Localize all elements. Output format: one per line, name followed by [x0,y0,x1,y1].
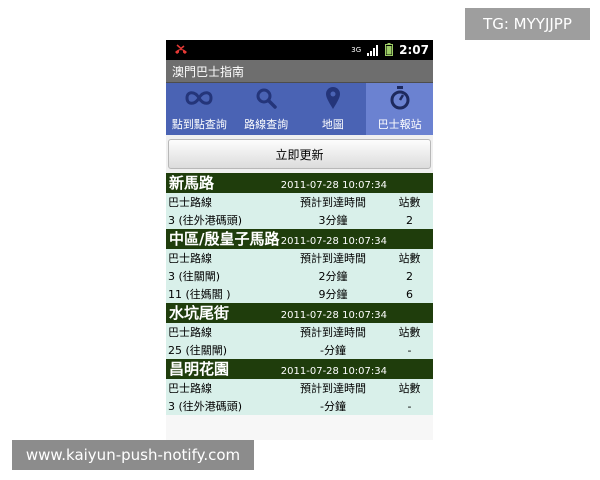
bus-eta: -分鐘 [320,400,346,413]
bus-row[interactable]: 3 (往關閘) 2分鐘 2 [166,267,433,285]
stop-section: 新馬路 2011-07-28 10:07:34 巴士路線 預計到達時間 站數 3 (往外港… [166,173,433,229]
col-route-header: 巴士路線 [168,196,212,209]
url-label: www.kaiyun-push-notify.com [25,446,241,464]
bus-eta: 2分鐘 [318,270,348,283]
stop-timestamp: 2011-07-28 10:07:34 [280,236,387,247]
col-route-header: 巴士路線 [168,382,212,395]
infinity-icon [185,86,213,110]
stop-name: 中區/殷皇子馬路 [169,230,280,248]
phone-screen: 3G 2:07 澳門巴士指南 點到點查詢 路線查詢 地圖 巴士報站 立即更新 新… [166,40,433,440]
battery-icon [385,41,394,60]
stop-timestamp: 2011-07-28 10:07:34 [280,180,387,191]
bus-stops-count: 2 [406,269,413,283]
column-header-row: 巴士路線 預計到達時間 站數 [166,323,433,341]
stop-header: 水坑尾街 2011-07-28 10:07:34 [166,303,433,323]
col-stops-header: 站數 [398,196,421,209]
refresh-button[interactable]: 立即更新 [168,139,431,169]
refresh-area: 立即更新 [166,135,433,173]
status-time: 2:07 [399,43,429,57]
map-pin-icon [325,86,341,110]
signal-icon [367,41,379,60]
tab-route-search[interactable]: 路線查詢 [233,83,300,135]
bus-eta: -分鐘 [320,344,346,357]
col-stops-header: 站數 [398,252,421,265]
stop-timestamp: 2011-07-28 10:07:34 [280,366,387,377]
url-badge: www.kaiyun-push-notify.com [12,440,254,470]
status-icons: 3G 2:07 [351,41,429,60]
column-header-row: 巴士路線 預計到達時間 站數 [166,193,433,211]
col-stops-header: 站數 [398,326,421,339]
tab-label: 地圖 [321,118,344,131]
app-title: 澳門巴士指南 [172,64,245,79]
bus-row[interactable]: 11 (往媽閣 ) 9分鐘 6 [166,285,433,303]
bus-route: 3 (往外港碼頭) [168,400,243,413]
tg-badge: TG: MYYJJPP [465,8,590,40]
search-icon [255,86,277,110]
app-title-bar: 澳門巴士指南 [166,60,433,83]
bus-route: 3 (往外港碼頭) [168,214,243,227]
tg-label: TG: MYYJJPP [483,15,572,33]
tab-label: 點到點查詢 [171,118,227,131]
col-eta-header: 預計到達時間 [300,326,366,339]
stop-section: 昌明花園 2011-07-28 10:07:34 巴士路線 預計到達時間 站數 3 (往外… [166,359,433,415]
bus-route: 25 (往關閘) [168,344,228,357]
stop-header: 新馬路 2011-07-28 10:07:34 [166,173,433,193]
bus-stops-count: 6 [406,287,413,301]
stop-header: 中區/殷皇子馬路 2011-07-28 10:07:34 [166,229,433,249]
stop-section: 水坑尾街 2011-07-28 10:07:34 巴士路線 預計到達時間 站數 25 (往… [166,303,433,359]
bus-row[interactable]: 3 (往外港碼頭) 3分鐘 2 [166,211,433,229]
missed-call-icon [174,41,188,60]
stop-timestamp: 2011-07-28 10:07:34 [280,310,387,321]
network-type-icon: 3G [351,46,362,54]
bus-stops-count: - [407,343,412,357]
stop-name: 新馬路 [169,174,215,192]
status-bar: 3G 2:07 [166,40,433,60]
column-header-row: 巴士路線 預計到達時間 站數 [166,379,433,397]
tab-map[interactable]: 地圖 [300,83,367,135]
bus-stops-count: 2 [406,213,413,227]
tab-label: 巴士報站 [377,118,422,131]
col-stops-header: 站數 [398,382,421,395]
col-eta-header: 預計到達時間 [300,196,366,209]
bus-route: 11 (往媽閣 ) [168,288,231,301]
bus-eta: 9分鐘 [318,288,348,301]
tab-label: 路線查詢 [244,118,289,131]
col-route-header: 巴士路線 [168,252,212,265]
col-route-header: 巴士路線 [168,326,212,339]
col-eta-header: 預計到達時間 [300,382,366,395]
stop-header: 昌明花園 2011-07-28 10:07:34 [166,359,433,379]
stop-section: 中區/殷皇子馬路 2011-07-28 10:07:34 巴士路線 預計到達時間 站數 3… [166,229,433,303]
stop-name: 昌明花園 [169,360,230,378]
stopwatch-icon [389,86,411,110]
column-header-row: 巴士路線 預計到達時間 站數 [166,249,433,267]
tab-bus-arrival[interactable]: 巴士報站 [366,83,433,135]
col-eta-header: 預計到達時間 [300,252,366,265]
bus-route: 3 (往關閘) [168,270,221,283]
tab-point-to-point[interactable]: 點到點查詢 [166,83,233,135]
bus-row[interactable]: 25 (往關閘) -分鐘 - [166,341,433,359]
bus-row[interactable]: 3 (往外港碼頭) -分鐘 - [166,397,433,415]
bus-eta: 3分鐘 [318,214,348,227]
stop-name: 水坑尾街 [169,304,230,322]
bus-stops-count: - [407,399,412,413]
tab-bar: 點到點查詢 路線查詢 地圖 巴士報站 [166,83,433,135]
stop-list: 新馬路 2011-07-28 10:07:34 巴士路線 預計到達時間 站數 3 (往外港… [166,173,433,415]
